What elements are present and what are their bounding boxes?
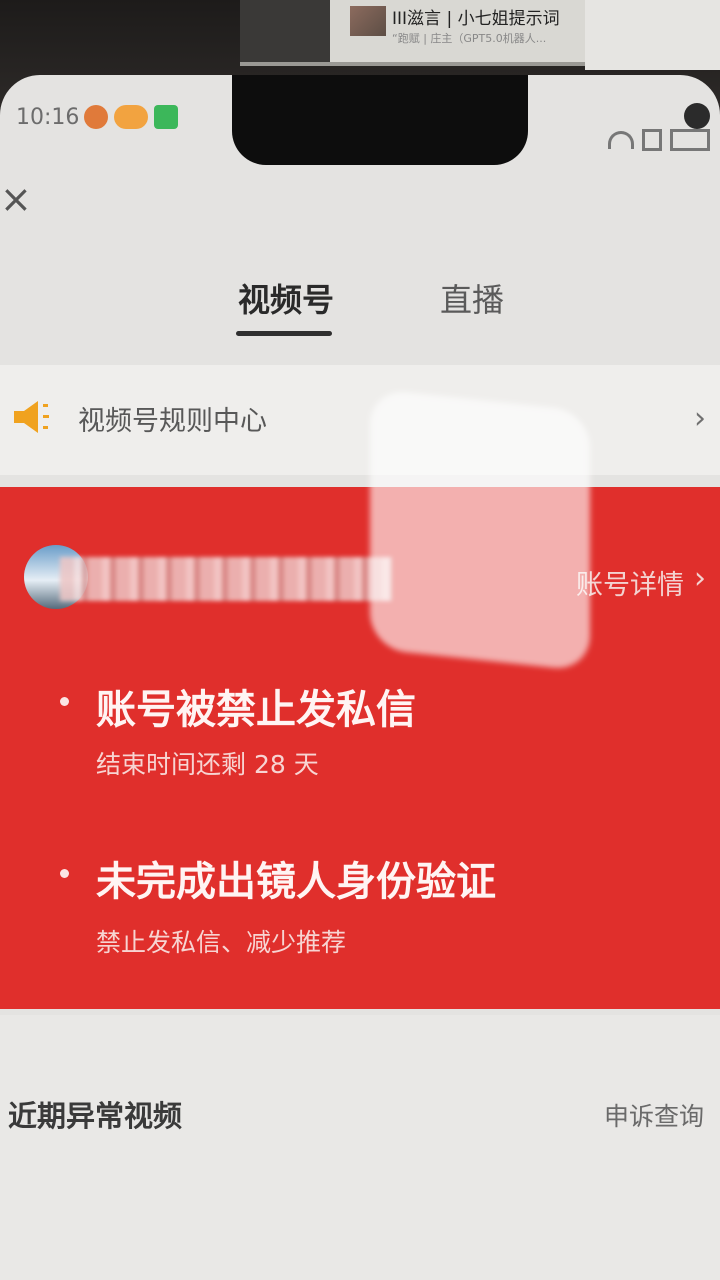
phone-screen: 10:16 × 视频号 直播 视频号规则中心 › 账号详情 › 账号被禁止发私信	[0, 75, 720, 1280]
app-notification-icon	[84, 105, 108, 129]
blurred-account-name	[60, 557, 392, 601]
monitor-text-line2: “跑赋 | 庄主（GPT5.0机器人...	[392, 32, 547, 45]
chevron-right-icon: ›	[694, 561, 706, 596]
tab-live[interactable]: 直播	[440, 275, 504, 321]
rules-center-entry[interactable]: 视频号规则中心 ›	[0, 365, 720, 475]
bullet-dot	[60, 697, 69, 706]
sim-icon	[642, 129, 662, 151]
battery-icon	[670, 129, 710, 151]
background-paper	[585, 0, 720, 70]
monitor-thumbnail	[350, 6, 386, 36]
restriction-subtitle: 结束时间还剩 28 天	[96, 750, 319, 779]
restriction-title: 账号被禁止发私信	[96, 687, 416, 733]
rules-center-label: 视频号规则中心	[78, 406, 267, 437]
speaker-icon	[14, 401, 49, 433]
bullet-dot	[60, 869, 69, 878]
phone-notch	[232, 75, 710, 165]
section-title: 近期异常视频	[8, 1099, 183, 1133]
tab-channels[interactable]: 视频号	[238, 275, 334, 321]
notification-icons	[84, 105, 178, 129]
account-details-link[interactable]: 账号详情	[576, 563, 684, 602]
chevron-right-icon: ›	[694, 401, 706, 436]
wifi-icon	[608, 131, 634, 149]
screen-glare	[370, 388, 590, 672]
background-monitor: III滋言 | 小七姐提示词 “跑赋 | 庄主（GPT5.0机器人...	[240, 0, 585, 66]
account-status-card: 账号详情 › 账号被禁止发私信 结束时间还剩 28 天 未完成出镜人身份验证 禁…	[0, 487, 720, 1009]
monitor-text-line1: III滋言 | 小七姐提示词	[392, 9, 560, 29]
recent-section: 近期异常视频 申诉查询	[0, 1015, 720, 1280]
tab-bar: 视频号 直播	[0, 265, 720, 345]
close-icon[interactable]: ×	[0, 180, 32, 218]
restriction-subtitle: 禁止发私信、减少推荐	[96, 928, 347, 957]
status-right	[608, 129, 710, 151]
message-notification-icon	[154, 105, 178, 129]
fish-app-icon	[114, 105, 148, 129]
restriction-title: 未完成出镜人身份验证	[96, 859, 496, 905]
monitor-dark-strip	[240, 0, 330, 62]
active-tab-indicator	[236, 331, 332, 336]
appeal-query-link[interactable]: 申诉查询	[604, 1097, 704, 1133]
status-time: 10:16	[16, 105, 80, 130]
front-camera	[684, 103, 710, 129]
